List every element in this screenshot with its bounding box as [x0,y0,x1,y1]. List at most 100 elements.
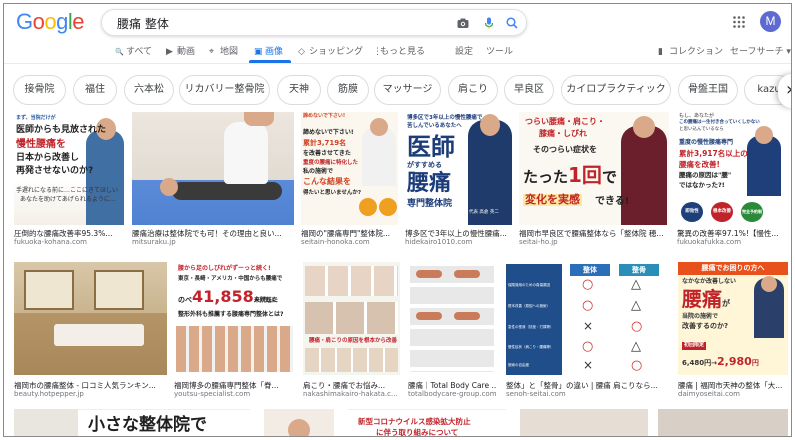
overlay-text: 代表 高倉 英二 [469,210,499,215]
result-thumbnail[interactable]: 腰痛でお困りの方へ なかなか改善しない 腰痛が 当院の施術で 改善するのか? 初… [678,262,788,375]
overlay-text: もし、あなたが [679,113,715,119]
overlay-text: できる! [595,196,630,207]
chip[interactable]: 六本松 [124,75,174,105]
overlay-text: たった1回で [523,163,617,187]
result-thumbnail[interactable]: つらい腰痛・肩こり・ 膝痛・しびれ そのつらい症状を たった1回で 変化を実感 … [519,112,669,225]
overlay-text: 腰痛でお困りの方へ [678,262,788,275]
image-result[interactable] [520,409,648,436]
chip[interactable]: 骨盤王国 [678,75,738,105]
feature-badge: 完全予約制 [741,202,763,222]
overlay-text: 手遅れになる前に…ここにきてほしい [16,187,119,194]
practitioner-face [633,116,655,138]
bookmark-icon: ▮ [658,47,663,57]
search-icon[interactable] [505,16,519,30]
overlay-text: 累計3,917名以上の [679,149,748,158]
safesearch-dropdown[interactable]: セーフサーチ ▾ [730,44,791,57]
apps-grid-icon[interactable] [732,15,746,29]
result-thumbnail[interactable] [264,409,334,436]
overlay-text: なかなか改善しない [682,278,737,285]
more-vertical-icon: ⋮ [373,47,382,57]
tab-settings[interactable]: 設定 [455,44,473,57]
tab-videos[interactable]: ▶ 動画 [166,44,195,57]
mark-seitai: ○ [582,298,594,313]
result-thumbnail[interactable]: 腰痛・肩こりの原因を根本から改善 [303,262,400,375]
overlay-text: 腰痛の原因は"腰" [679,171,732,179]
overlay-text: がすすめる [407,161,442,169]
overlay-text: 慢性腰痛を [16,139,66,150]
image-result[interactable] [264,409,334,436]
overlay-text: 重度の慢性腰痛専門 [679,139,734,146]
overlay-text: 得たいと思いませんか? [303,190,362,196]
image-result[interactable]: 腰痛治療は整体院でも可！その理由と良い... mitsuraku.jp [132,112,294,247]
image-result[interactable]: 腰痛・肩こりの原因を根本から改善 肩こり・腰痛でお悩み... nakashima… [303,262,400,402]
mark-seikotsu: △ [631,298,641,313]
image-result[interactable]: 博多区で3年以上の慢性腰痛で 苦しんでいるあなたへ 医師 がすすめる 腰痛 専門… [405,112,512,247]
overlay-text: 諦めないで下さい! [303,129,354,136]
image-result[interactable]: 小さな整体院で [78,409,250,436]
chip[interactable]: 接骨院 [13,75,66,105]
practitioner-arm [244,112,274,126]
image-icon: ▣ [254,47,263,57]
overlay-text: 腰から足のしびれがずーっと続く! [178,265,271,272]
overlay-text: こんな結果を [303,177,351,186]
image-result[interactable]: 新型コロナウイルス感染拡大防止 に伴う取り組みについて [348,409,506,436]
mark-seikotsu: ○ [631,319,643,334]
chip[interactable]: マッサージ [374,75,441,105]
microphone-icon[interactable] [482,16,496,30]
collections-link[interactable]: ▮ コレクション [658,44,723,57]
chip[interactable]: カイロプラクティック [561,75,671,105]
result-thumbnail[interactable]: もし、あなたが この腰痛は一生付き合っていくしかない と思い込んでいるなら 重度… [677,112,781,225]
overlay-text: 諦めないで下さい! [303,113,346,119]
search-box[interactable]: 腰痛 整体 [101,9,527,36]
chip[interactable]: 早良区 [504,75,554,105]
image-result[interactable]: 腰痛でお困りの方へ なかなか改善しない 腰痛が 当院の施術で 改善するのか? 初… [678,262,788,402]
image-result[interactable]: 福岡市の腰痛整体 - 口コミ人気ランキン... beauty.hotpepper… [14,262,167,402]
image-result[interactable]: つらい腰痛・肩こり・ 膝痛・しびれ そのつらい症状を たった1回で 変化を実感 … [519,112,669,247]
image-result[interactable]: もし、あなたが この腰痛は一生付き合っていくしかない と思い込んでいるなら 重度… [677,112,781,247]
photo-strip [305,266,398,296]
search-input[interactable]: 腰痛 整体 [117,15,169,32]
patient-head [160,178,178,196]
tab-maps[interactable]: ⌖ 地図 [209,44,238,57]
play-icon: ▶ [166,47,173,57]
result-thumbnail[interactable] [408,262,496,375]
chip[interactable]: 筋膜 [327,75,369,105]
tab-tools[interactable]: ツール [486,44,513,57]
result-thumbnail[interactable]: 博多区で3年以上の慢性腰痛で 苦しんでいるあなたへ 医師 がすすめる 腰痛 専門… [405,112,512,225]
google-logo[interactable]: Google [16,9,85,35]
tab-shopping[interactable]: ◇ ショッピング [298,44,363,57]
result-thumbnail[interactable] [520,409,648,436]
image-result[interactable] [658,409,788,436]
result-thumbnail[interactable] [132,112,294,225]
result-thumbnail[interactable]: 腰から足のしびれがずーっと続く! 東京・長崎・アメリカ・中国からも腰痛で のべ4… [174,262,295,375]
result-thumbnail[interactable] [658,409,788,436]
map-pin-icon: ⌖ [209,47,215,57]
comparison-row-label: 施術の自由度 [508,363,529,367]
image-result[interactable]: 腰痛｜Total Body Care ... totalbodycare-gro… [408,262,496,402]
tab-more[interactable]: ⋮もっと見る [373,44,425,57]
camera-icon[interactable] [456,16,470,30]
chip[interactable]: 肩こり [448,75,498,105]
staff-photo-collage [176,326,293,372]
related-search-chips: 接骨院 福住 六本松 リカバリー整骨院 天神 筋膜 マッサージ 肩こり 早良区 … [4,72,791,108]
result-thumbnail[interactable] [14,262,167,375]
account-avatar[interactable]: M [760,11,781,32]
image-result[interactable]: まず、当院だけが 医師からも見放された 慢性腰痛を 日本から改善し 再発させない… [14,112,124,247]
mark-seitai: × [583,319,594,333]
chip[interactable]: 福住 [73,75,117,105]
image-result[interactable]: 整体 整骨 保険適用のための負傷原因 根本改善（原因への施術） 急性の怪我（捻挫… [506,262,669,402]
result-thumbnail[interactable]: 新型コロナウイルス感染拡大防止 に伴う取り組みについて [348,409,506,436]
result-source: senoh-seitai.com [506,390,566,398]
tab-all[interactable]: 🔍 すべて [115,44,152,57]
result-thumbnail[interactable]: まず、当院だけが 医師からも見放された 慢性腰痛を 日本から改善し 再発させない… [14,112,124,225]
result-thumbnail[interactable]: 整体 整骨 保険適用のための負傷原因 根本改善（原因への施術） 急性の怪我（捻挫… [506,262,669,375]
result-thumbnail[interactable]: 小さな整体院で [78,409,250,436]
chip[interactable]: 天神 [277,75,321,105]
image-result[interactable]: 腰から足のしびれがずーっと続く! 東京・長崎・アメリカ・中国からも腰痛で のべ4… [174,262,295,402]
image-result[interactable]: 諦めないで下さい! 諦めないで下さい! 累計3,719名 を改善させてきた 重度… [301,112,398,247]
chip[interactable]: リカバリー整骨院 [179,75,270,105]
overlay-text: 変化を実感 [523,193,582,207]
mark-seikotsu: ○ [631,358,643,373]
tab-images[interactable]: ▣ 画像 [254,44,283,57]
result-thumbnail[interactable]: 諦めないで下さい! 諦めないで下さい! 累計3,719名 を改善させてきた 重度… [301,112,398,225]
